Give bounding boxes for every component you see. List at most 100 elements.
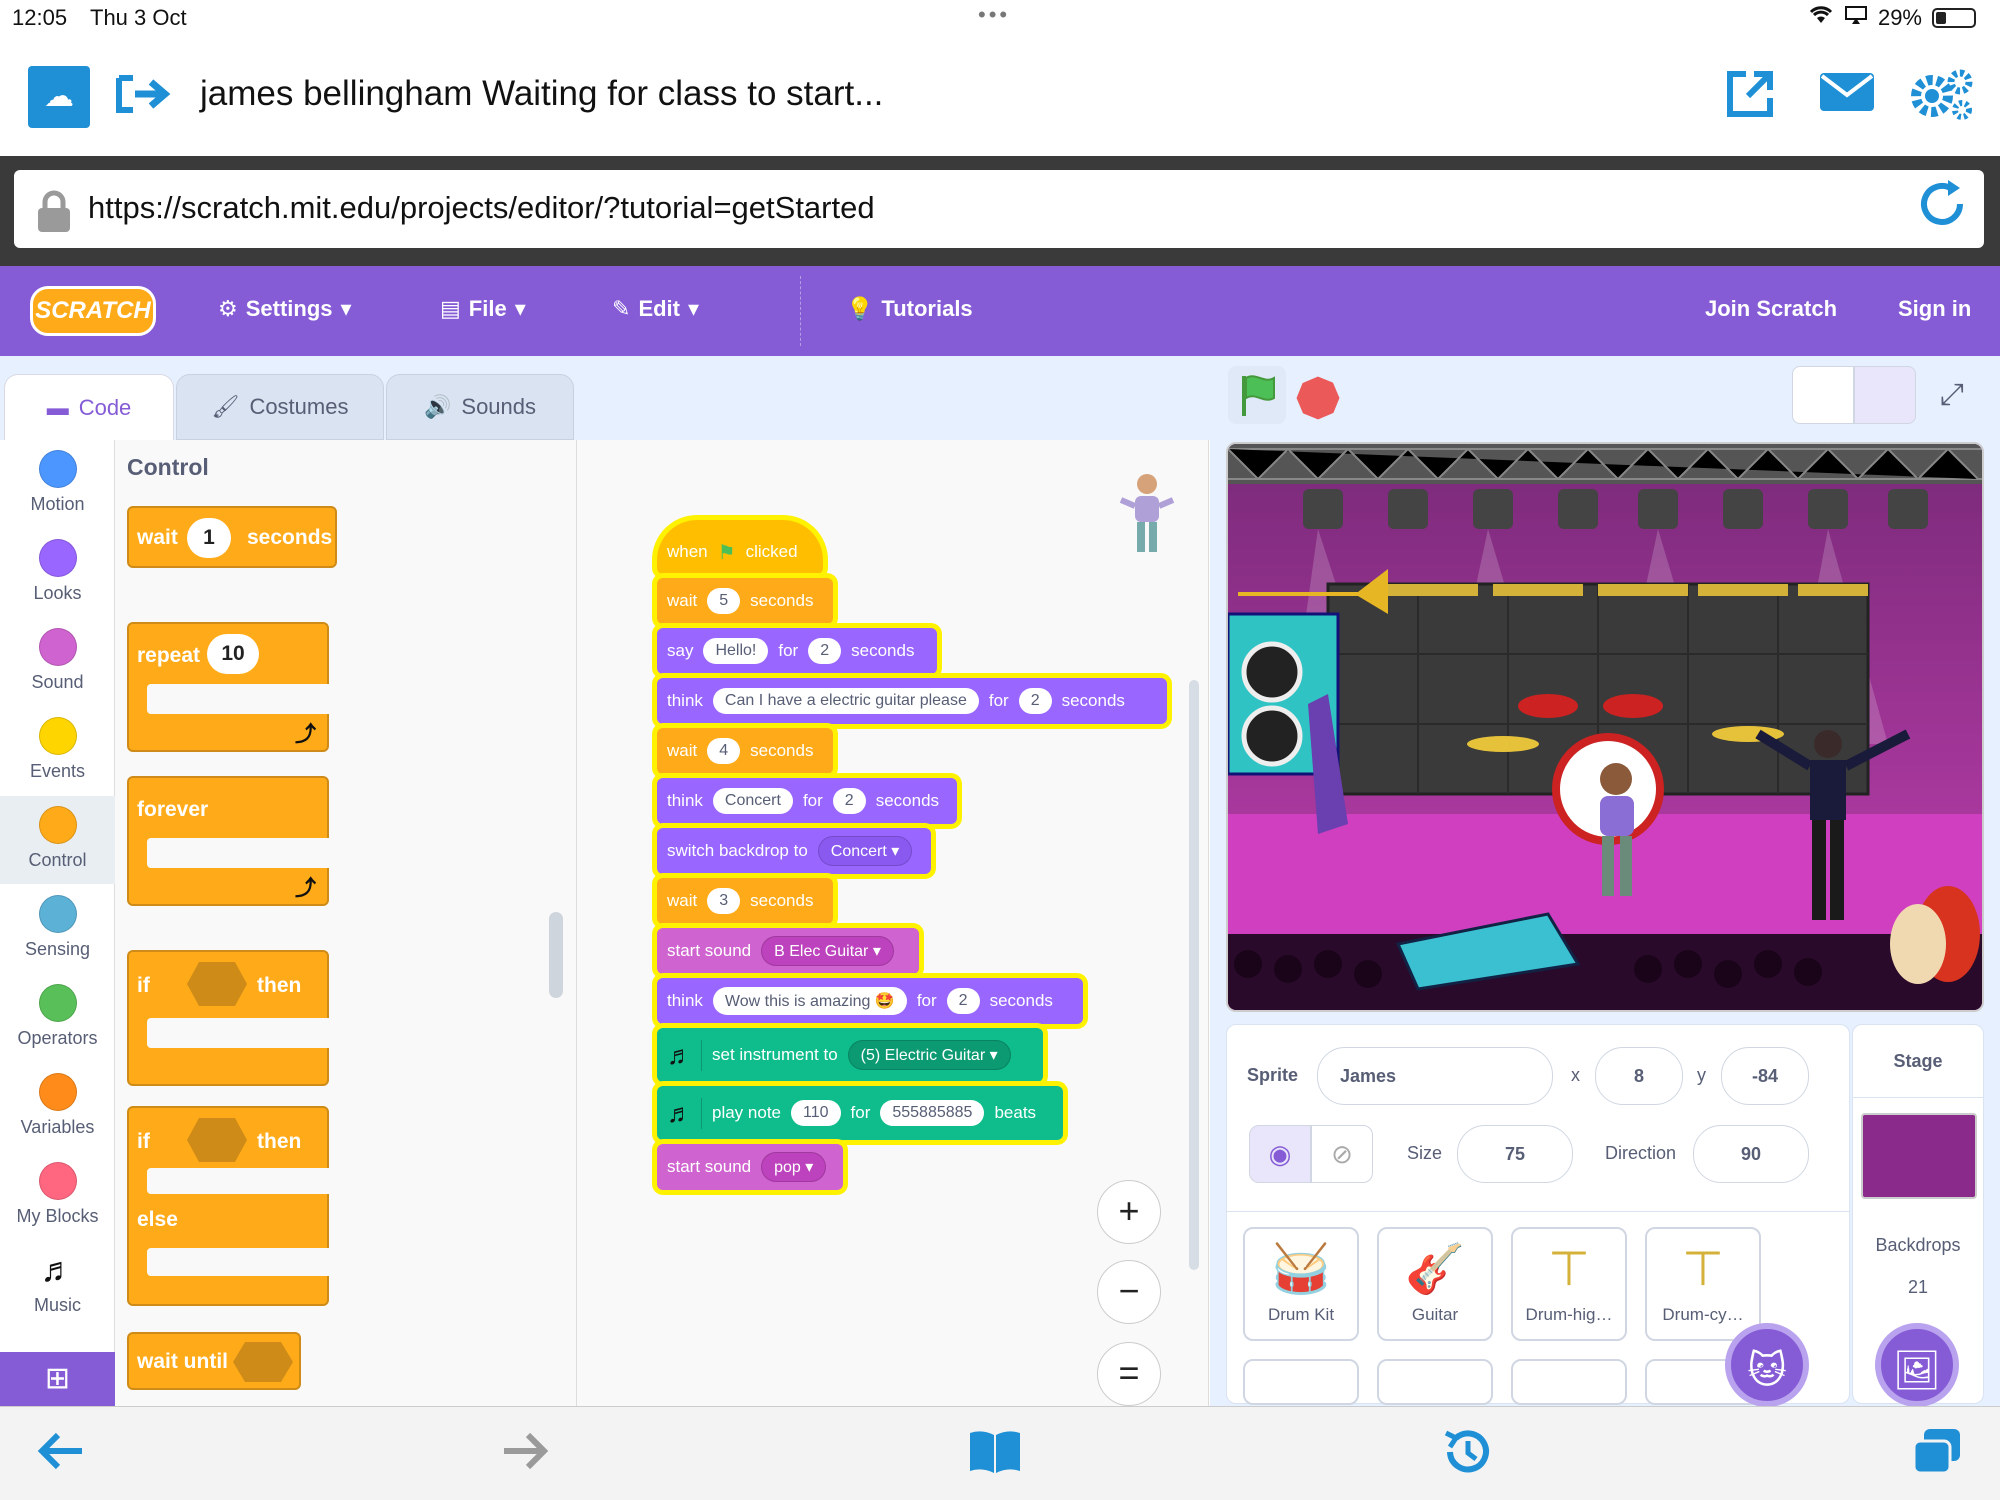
condition-slot[interactable] — [233, 1342, 293, 1382]
wait-block[interactable]: wait 3 seconds — [657, 878, 833, 924]
url-field[interactable]: https://scratch.mit.edu/projects/editor/… — [14, 170, 1984, 248]
palette-wait-block[interactable]: wait 1 seconds — [127, 506, 337, 568]
think-for-block[interactable]: think Wow this is amazing 🤩 for 2 second… — [657, 978, 1083, 1024]
sign-in-link[interactable]: Sign in — [1898, 296, 1971, 322]
y-input[interactable]: -84 — [1721, 1047, 1809, 1105]
wait-input[interactable]: 3 — [707, 888, 741, 914]
sprite-thumb-drum-kit[interactable]: 🥁 Drum Kit — [1243, 1227, 1359, 1341]
think-seconds-input[interactable]: 2 — [1018, 688, 1052, 714]
multitasking-dots-icon[interactable]: ••• — [978, 2, 1010, 28]
tutorials-button[interactable]: 💡 Tutorials — [846, 296, 973, 322]
set-instrument-block[interactable]: ♬ set instrument to (5) Electric Guitar … — [657, 1028, 1043, 1082]
tab-sounds[interactable]: 🔊 Sounds — [386, 374, 574, 440]
sound-dropdown[interactable]: B Elec Guitar ▾ — [761, 936, 894, 966]
category-sensing[interactable]: Sensing — [0, 885, 115, 973]
think-text-input[interactable]: Wow this is amazing 🤩 — [712, 987, 907, 1015]
stage-canvas[interactable] — [1226, 442, 1984, 1012]
sprite-thumb-partial[interactable] — [1511, 1359, 1627, 1405]
category-control[interactable]: Control — [0, 796, 115, 884]
zoom-reset-button[interactable]: = — [1097, 1342, 1161, 1406]
back-arrow-icon[interactable] — [36, 1425, 88, 1490]
say-for-block[interactable]: say Hello! for 2 seconds — [657, 628, 937, 674]
mail-icon[interactable] — [1818, 66, 1876, 126]
add-extension-button[interactable]: ⊞ — [0, 1352, 115, 1406]
zoom-out-button[interactable]: − — [1097, 1260, 1161, 1324]
exit-icon[interactable] — [115, 72, 171, 128]
category-variables[interactable]: Variables — [0, 1063, 115, 1151]
add-backdrop-button[interactable]: 🖼 — [1875, 1323, 1959, 1407]
tabs-icon[interactable] — [1910, 1425, 1964, 1490]
settings-menu[interactable]: ⚙ Settings ▾ — [218, 296, 352, 322]
stop-button[interactable] — [1292, 372, 1344, 424]
when-flag-clicked-hat[interactable]: when ⚑ clicked — [657, 520, 823, 574]
tab-costumes[interactable]: 🖌 Costumes — [176, 374, 384, 440]
sprite-thumb-partial[interactable] — [1243, 1359, 1359, 1405]
play-note-block[interactable]: ♬ play note 110 for 555885885 beats — [657, 1086, 1063, 1140]
category-my-blocks[interactable]: My Blocks — [0, 1152, 115, 1240]
category-motion[interactable]: Motion — [0, 440, 115, 528]
note-input[interactable]: 110 — [791, 1100, 841, 1126]
wait-input[interactable]: 4 — [707, 738, 741, 764]
scratch-logo[interactable]: SCRATCH — [30, 286, 156, 336]
join-scratch-link[interactable]: Join Scratch — [1705, 296, 1837, 322]
zoom-in-button[interactable]: + — [1097, 1180, 1161, 1244]
think-for-block[interactable]: think Can I have a electric guitar pleas… — [657, 678, 1167, 724]
category-music[interactable]: ♬ Music — [0, 1241, 115, 1329]
x-input[interactable]: 8 — [1595, 1047, 1683, 1105]
condition-slot[interactable] — [187, 1118, 247, 1162]
direction-input[interactable]: 90 — [1693, 1125, 1809, 1183]
palette-if-then-block[interactable]: if then — [127, 950, 333, 1086]
show-sprite-eye-icon[interactable]: ◉ — [1249, 1125, 1311, 1183]
palette-scrollbar[interactable] — [549, 912, 563, 998]
edit-menu[interactable]: ✎ Edit ▾ — [612, 296, 699, 322]
sprite-thumb-partial[interactable] — [1377, 1359, 1493, 1405]
wait-block[interactable]: wait 5 seconds — [657, 578, 833, 624]
think-text-input[interactable]: Concert — [712, 788, 793, 814]
green-flag-button[interactable] — [1228, 366, 1286, 424]
script-workspace[interactable]: when ⚑ clicked wait 5 seconds say Hello!… — [549, 440, 1209, 1406]
tab-code[interactable]: ▬ Code — [4, 374, 174, 440]
say-text-input[interactable]: Hello! — [703, 638, 769, 664]
say-seconds-input[interactable]: 2 — [808, 638, 842, 664]
palette-if-else-block[interactable]: if then else — [127, 1106, 333, 1306]
start-sound-block[interactable]: start sound pop ▾ — [657, 1144, 843, 1190]
think-text-input[interactable]: Can I have a electric guitar please — [712, 688, 979, 714]
instrument-dropdown[interactable]: (5) Electric Guitar ▾ — [847, 1040, 1011, 1070]
sprite-thumb-drum-cymbal[interactable]: ⊤ Drum-cy… — [1645, 1227, 1761, 1341]
backdrop-dropdown[interactable]: Concert ▾ — [817, 836, 913, 866]
palette-wait-until-block[interactable]: wait until — [127, 1332, 301, 1390]
file-menu[interactable]: ▤ File ▾ — [440, 296, 526, 322]
wait-block[interactable]: wait 4 seconds — [657, 728, 833, 774]
start-sound-block[interactable]: start sound B Elec Guitar ▾ — [657, 928, 919, 974]
palette-forever-block[interactable]: forever ⤴ — [127, 776, 333, 906]
switch-backdrop-block[interactable]: switch backdrop to Concert ▾ — [657, 828, 931, 874]
beats-input[interactable]: 555885885 — [880, 1100, 985, 1126]
sprite-thumb-guitar[interactable]: 🎸 Guitar — [1377, 1227, 1493, 1341]
large-stage-button[interactable] — [1854, 366, 1916, 424]
wait-value-input[interactable]: 1 — [187, 518, 231, 558]
think-seconds-input[interactable]: 2 — [946, 988, 980, 1014]
sprite-thumb-drum-hi-hat[interactable]: ⊤ Drum-hig… — [1511, 1227, 1627, 1341]
condition-slot[interactable] — [187, 962, 247, 1006]
size-input[interactable]: 75 — [1457, 1125, 1573, 1183]
hide-sprite-eye-slash-icon[interactable]: ⊘ — [1311, 1125, 1373, 1183]
reload-icon[interactable] — [1914, 176, 1970, 245]
category-events[interactable]: Events — [0, 707, 115, 795]
forward-arrow-icon[interactable] — [498, 1425, 550, 1490]
think-seconds-input[interactable]: 2 — [832, 788, 866, 814]
category-operators[interactable]: Operators — [0, 974, 115, 1062]
sprite-name-input[interactable]: James — [1317, 1047, 1553, 1105]
add-sprite-button[interactable]: 🐱 — [1725, 1323, 1809, 1407]
category-sound[interactable]: Sound — [0, 618, 115, 706]
settings-gears-icon[interactable] — [1908, 66, 1976, 135]
think-for-block[interactable]: think Concert for 2 seconds — [657, 778, 957, 824]
external-link-icon[interactable] — [1722, 66, 1778, 135]
bookmarks-book-icon[interactable] — [966, 1425, 1024, 1490]
wait-input[interactable]: 5 — [707, 588, 741, 614]
palette-repeat-block[interactable]: repeat 10 ⤴ — [127, 622, 333, 752]
fullscreen-icon[interactable]: ⤢ — [1940, 378, 1964, 412]
stage-selector[interactable]: Stage Backdrops 21 🖼 — [1852, 1024, 1984, 1407]
category-looks[interactable]: Looks — [0, 529, 115, 617]
history-icon[interactable] — [1440, 1425, 1494, 1492]
repeat-value-input[interactable]: 10 — [207, 634, 259, 674]
